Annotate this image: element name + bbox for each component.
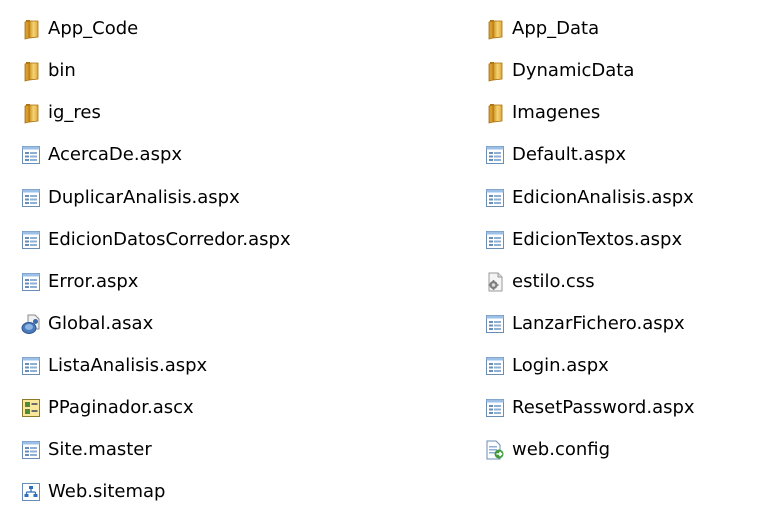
item-label: Global.asax — [48, 313, 154, 334]
file-item-resetpassword[interactable]: ResetPassword.aspx — [484, 395, 695, 421]
item-label: EdicionDatosCorredor.aspx — [48, 229, 291, 250]
item-label: estilo.css — [512, 271, 595, 292]
folder-icon — [20, 102, 42, 124]
item-label: Site.master — [48, 439, 152, 460]
file-item-ppaginador[interactable]: PPaginador.ascx — [20, 395, 194, 421]
aspx-page-icon — [20, 271, 42, 293]
file-item-acercade[interactable]: AcercaDe.aspx — [20, 142, 182, 168]
folder-item-app-code[interactable]: App_Code — [20, 16, 138, 42]
aspx-page-icon — [20, 229, 42, 251]
item-label: Web.sitemap — [48, 481, 166, 502]
item-label: Login.aspx — [512, 355, 609, 376]
file-item-global[interactable]: Global.asax — [20, 311, 153, 337]
folder-icon — [484, 18, 506, 40]
item-label: web.config — [512, 439, 611, 460]
aspx-page-icon — [20, 439, 42, 461]
item-label: DuplicarAnalisis.aspx — [48, 187, 240, 208]
file-item-duplicaranalisis[interactable]: DuplicarAnalisis.aspx — [20, 185, 240, 211]
aspx-page-icon — [20, 187, 42, 209]
item-label: DynamicData — [512, 60, 635, 81]
file-item-webconfig[interactable]: web.config — [484, 437, 610, 463]
item-label: EdicionTextos.aspx — [512, 229, 683, 250]
file-item-login[interactable]: Login.aspx — [484, 353, 609, 379]
folder-item-bin[interactable]: bin — [20, 58, 76, 84]
aspx-page-icon — [484, 355, 506, 377]
folder-icon — [484, 102, 506, 124]
user-control-icon — [20, 397, 42, 419]
css-file-icon — [484, 271, 506, 293]
item-label: EdicionAnalisis.aspx — [512, 187, 694, 208]
aspx-page-icon — [484, 313, 506, 335]
file-list: App_Code bin ig_res AcercaDe.aspx Duplic… — [0, 0, 762, 506]
file-item-estilo[interactable]: estilo.css — [484, 269, 595, 295]
item-label: Default.aspx — [512, 144, 626, 165]
aspx-page-icon — [484, 144, 506, 166]
item-label: Error.aspx — [48, 271, 139, 292]
file-item-edicionanalisis[interactable]: EdicionAnalisis.aspx — [484, 185, 694, 211]
sitemap-file-icon — [20, 481, 42, 503]
folder-item-app-data[interactable]: App_Data — [484, 16, 599, 42]
file-item-ediciontextos[interactable]: EdicionTextos.aspx — [484, 227, 682, 253]
item-label: App_Code — [48, 18, 139, 39]
folder-item-ig-res[interactable]: ig_res — [20, 100, 101, 126]
item-label: AcercaDe.aspx — [48, 144, 183, 165]
file-item-lanzarfichero[interactable]: LanzarFichero.aspx — [484, 311, 685, 337]
item-label: bin — [48, 60, 76, 81]
file-item-ediciondatoscorredor[interactable]: EdicionDatosCorredor.aspx — [20, 227, 291, 253]
item-label: PPaginador.ascx — [48, 397, 194, 418]
file-item-sitemaster[interactable]: Site.master — [20, 437, 152, 463]
item-label: ListaAnalisis.aspx — [48, 355, 208, 376]
file-item-websitemap[interactable]: Web.sitemap — [20, 479, 165, 505]
aspx-page-icon — [484, 187, 506, 209]
asax-file-icon — [20, 313, 42, 335]
aspx-page-icon — [20, 355, 42, 377]
item-label: Imagenes — [512, 102, 601, 123]
aspx-page-icon — [20, 144, 42, 166]
aspx-page-icon — [484, 397, 506, 419]
aspx-page-icon — [484, 229, 506, 251]
file-item-error[interactable]: Error.aspx — [20, 269, 138, 295]
file-item-default[interactable]: Default.aspx — [484, 142, 626, 168]
item-label: ig_res — [48, 102, 101, 123]
item-label: LanzarFichero.aspx — [512, 313, 685, 334]
folder-icon — [20, 60, 42, 82]
file-item-listaanalisis[interactable]: ListaAnalisis.aspx — [20, 353, 207, 379]
config-file-icon — [484, 439, 506, 461]
folder-icon — [484, 60, 506, 82]
item-label: App_Data — [512, 18, 600, 39]
folder-item-dynamicdata[interactable]: DynamicData — [484, 58, 634, 84]
folder-item-imagenes[interactable]: Imagenes — [484, 100, 600, 126]
folder-icon — [20, 18, 42, 40]
item-label: ResetPassword.aspx — [512, 397, 695, 418]
